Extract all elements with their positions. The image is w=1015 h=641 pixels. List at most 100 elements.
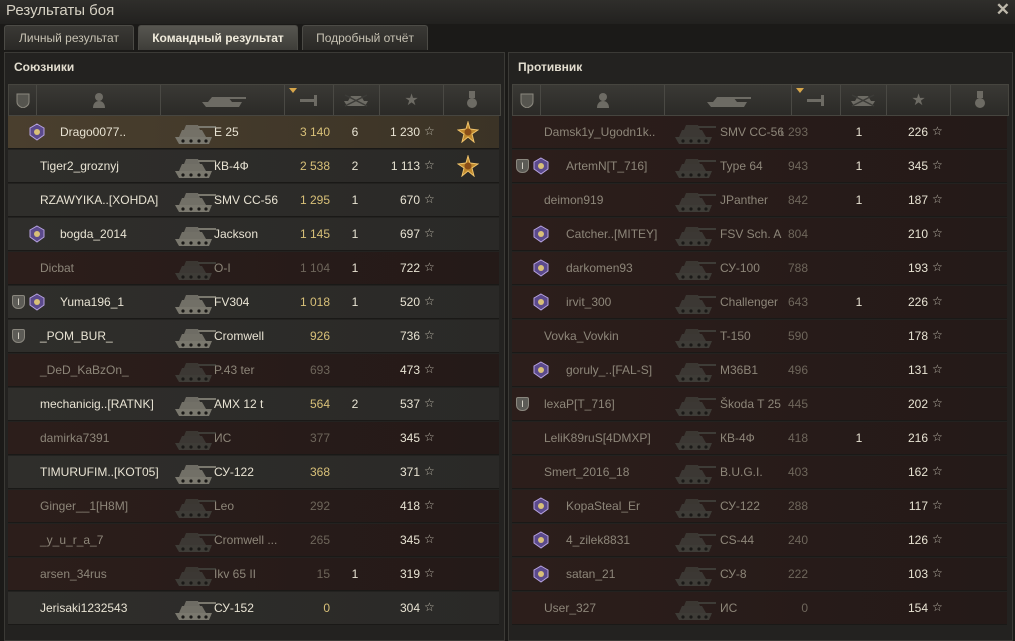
player-row[interactable]: Catcher..[MITEY] FSV Sch. A 804 210 ☆ bbox=[512, 218, 1007, 251]
tab-personal-result[interactable]: Личный результат bbox=[4, 25, 134, 50]
kills-column-header[interactable] bbox=[334, 85, 380, 115]
kills-icon bbox=[850, 94, 875, 107]
player-row[interactable]: 4_zilek8831 CS-44 240 126 ☆ bbox=[512, 524, 1007, 557]
player-row[interactable]: IlexaP[T_716] Škoda T 25 445 202 ☆ bbox=[512, 388, 1007, 421]
player-row[interactable]: mechanicig..[RATNK] AMX 12 t 564 2 537 ☆ bbox=[8, 388, 499, 421]
kills-value: 1 bbox=[351, 193, 359, 207]
tank-thumbnail bbox=[675, 261, 716, 280]
tank-icon bbox=[707, 97, 751, 107]
tank-thumbnail bbox=[675, 193, 716, 212]
xp-star-icon: ☆ bbox=[932, 192, 943, 206]
player-name: RZAWYIKA..[XOHDA] bbox=[40, 193, 159, 207]
player-row[interactable]: Smert_2016_18 B.U.G.I. 403 162 ☆ bbox=[512, 456, 1007, 489]
player-icon bbox=[596, 93, 609, 108]
xp-column-header[interactable]: ★ bbox=[887, 85, 951, 115]
player-row[interactable]: _DeD_KaBzOn_ P.43 ter 693 473 ☆ bbox=[8, 354, 499, 387]
player-name: satan_21 bbox=[566, 567, 616, 581]
xp-star-icon: ☆ bbox=[424, 158, 435, 172]
vehicle-name: T-150 bbox=[720, 329, 751, 343]
player-row[interactable]: I _POM_BUR_ Cromwell 926 736 ☆ bbox=[8, 320, 499, 353]
xp-star-icon: ☆ bbox=[424, 430, 435, 444]
player-name: 4_zilek8831 bbox=[566, 533, 631, 547]
xp-value: 131 bbox=[907, 363, 928, 377]
player-column-header[interactable] bbox=[37, 85, 161, 115]
player-row[interactable]: _y_u_r_a_7 Cromwell ... 265 345 ☆ bbox=[8, 524, 499, 557]
xp-star-icon: ★ bbox=[911, 92, 926, 109]
damage-value: 1 145 bbox=[299, 227, 330, 241]
vehicle-name: СУ-100 bbox=[720, 261, 760, 275]
xp-value: 162 bbox=[907, 465, 928, 479]
xp-star-icon: ☆ bbox=[932, 260, 943, 274]
squad-column-header[interactable] bbox=[9, 85, 37, 115]
player-row[interactable]: darkomen93 СУ-100 788 193 ☆ bbox=[512, 252, 1007, 285]
tank-thumbnail bbox=[175, 465, 216, 484]
player-row[interactable]: Drago0077.. E 25 3 140 6 1 230 ☆ bbox=[8, 116, 499, 149]
tank-icon bbox=[201, 97, 246, 107]
player-name: LeliK89ruS[4DMXP] bbox=[544, 431, 651, 445]
xp-star-icon: ★ bbox=[404, 92, 419, 109]
player-name: Jerisaki1232543 bbox=[40, 601, 128, 615]
achievement-medal-icon[interactable] bbox=[457, 155, 479, 177]
tank-thumbnail bbox=[675, 431, 716, 450]
tank-thumbnail bbox=[175, 159, 216, 178]
achievement-medal-icon[interactable] bbox=[457, 121, 479, 143]
player-row[interactable]: deimon919 JPanther 842 1 187 ☆ bbox=[512, 184, 1007, 217]
player-row[interactable]: arsen_34rus Ikv 65 II 15 1 319 ☆ bbox=[8, 558, 499, 591]
player-name: lexaP[T_716] bbox=[544, 397, 615, 411]
player-row[interactable]: Tiger2_groznyj КВ-4Ф 2 538 2 1 113 ☆ bbox=[8, 150, 499, 183]
player-row[interactable]: bogda_2014 Jackson 1 145 1 697 ☆ bbox=[8, 218, 499, 251]
tab-detailed-report[interactable]: Подробный отчёт bbox=[302, 25, 428, 50]
player-row[interactable]: Ginger__1[H8M] Leo 292 418 ☆ bbox=[8, 490, 499, 523]
damage-value: 1 104 bbox=[299, 261, 330, 275]
player-row[interactable]: I Yuma196_1 FV304 1 018 1 520 ☆ bbox=[8, 286, 499, 319]
xp-star-icon: ☆ bbox=[932, 294, 943, 308]
player-name: ArtemN[T_716] bbox=[566, 159, 648, 173]
xp-star-icon: ☆ bbox=[932, 124, 943, 138]
tab-team-result[interactable]: Командный результат bbox=[138, 25, 298, 50]
squad-icon bbox=[16, 93, 29, 108]
xp-value: 722 bbox=[399, 261, 420, 275]
medal-column-header[interactable] bbox=[444, 85, 500, 115]
xp-star-icon: ☆ bbox=[424, 328, 435, 342]
close-icon[interactable]: ✕ bbox=[996, 0, 1010, 20]
player-name: mechanicig..[RATNK] bbox=[40, 397, 154, 411]
damage-value: 496 bbox=[787, 363, 808, 377]
player-row[interactable]: KopaSteal_Er СУ-122 288 117 ☆ bbox=[512, 490, 1007, 523]
vehicle-name: SMV CC-56 bbox=[214, 193, 279, 207]
damage-column-header[interactable] bbox=[285, 85, 334, 115]
player-row[interactable]: Dicbat O-I 1 104 1 722 ☆ bbox=[8, 252, 499, 285]
kills-value: 6 bbox=[351, 125, 359, 139]
kills-column-header[interactable] bbox=[841, 85, 887, 115]
player-row[interactable]: satan_21 СУ-8 222 103 ☆ bbox=[512, 558, 1007, 591]
player-column-header[interactable] bbox=[541, 85, 665, 115]
tank-thumbnail bbox=[675, 465, 716, 484]
player-row[interactable]: Jerisaki1232543 СУ-152 0 304 ☆ bbox=[8, 592, 499, 625]
player-name: Vovka_Vovkin bbox=[544, 329, 619, 343]
xp-value: 345 bbox=[399, 533, 420, 547]
player-row[interactable]: TIMURUFIM..[KOT05] СУ-122 368 371 ☆ bbox=[8, 456, 499, 489]
squad-icon bbox=[520, 93, 533, 108]
player-row[interactable]: RZAWYIKA..[XOHDA] SMV CC-56 1 295 1 670 ☆ bbox=[8, 184, 499, 217]
tank-thumbnail bbox=[675, 567, 716, 586]
player-row[interactable]: I ArtemN[T_716] Type 64 943 1 345 ☆ bbox=[512, 150, 1007, 183]
xp-value: 117 bbox=[908, 499, 928, 513]
squad-column-header[interactable] bbox=[513, 85, 541, 115]
vehicle-name: Jackson bbox=[214, 227, 259, 241]
damage-value: 943 bbox=[787, 159, 808, 173]
medal-column-header[interactable] bbox=[951, 85, 1008, 115]
player-name: TIMURUFIM..[KOT05] bbox=[40, 465, 159, 479]
player-row[interactable]: irvit_300 Challenger 643 1 226 ☆ bbox=[512, 286, 1007, 319]
tank-column-header[interactable] bbox=[665, 85, 792, 115]
clan-emblem-icon bbox=[29, 123, 45, 141]
xp-column-header[interactable]: ★ bbox=[380, 85, 444, 115]
player-row[interactable]: LeliK89ruS[4DMXP] КВ-4Ф 418 1 216 ☆ bbox=[512, 422, 1007, 455]
damage-column-header[interactable] bbox=[792, 85, 841, 115]
player-row[interactable]: Damsk1y_Ugodn1k.. SMV CC-56 1 293 1 226 ☆ bbox=[512, 116, 1007, 149]
player-row[interactable]: damirka7391 ИС 377 345 ☆ bbox=[8, 422, 499, 455]
player-row[interactable]: User_327 ИС 0 154 ☆ bbox=[512, 592, 1007, 625]
player-row[interactable]: goruly_..[FAL-S] M36B1 496 131 ☆ bbox=[512, 354, 1007, 387]
damage-value: 1 293 bbox=[777, 125, 808, 139]
player-row[interactable]: Vovka_Vovkin T-150 590 178 ☆ bbox=[512, 320, 1007, 353]
tank-column-header[interactable] bbox=[161, 85, 285, 115]
allies-column-header: ★ bbox=[8, 84, 501, 116]
